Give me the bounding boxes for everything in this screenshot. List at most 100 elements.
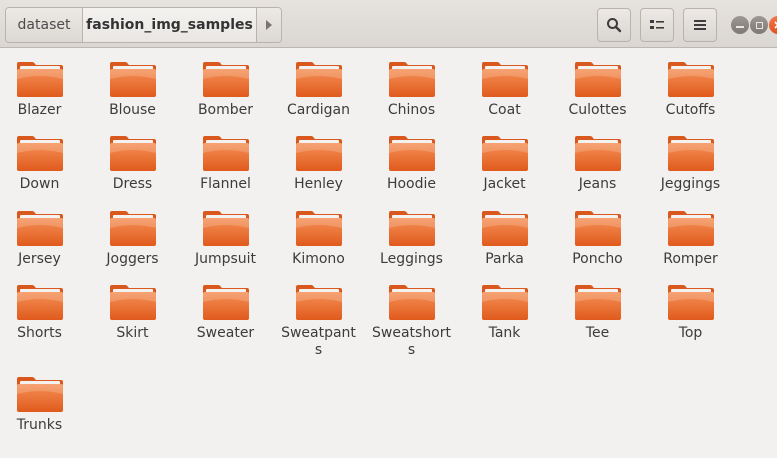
file-manager-window: dataset fashion_img_samples Blazer Blous… (0, 0, 777, 458)
folder-item-cutoffs[interactable]: Cutoffs (644, 60, 737, 119)
folder-item-bomber[interactable]: Bomber (179, 60, 272, 119)
folder-icon (667, 62, 714, 97)
maximize-button[interactable] (750, 16, 768, 34)
minimize-icon (736, 26, 744, 28)
folder-label: Down (19, 176, 60, 192)
folder-label: Cardigan (287, 102, 350, 118)
folder-icon (481, 62, 528, 97)
folder-item-culottes[interactable]: Culottes (551, 60, 644, 119)
folder-item-chinos[interactable]: Chinos (365, 60, 458, 119)
folder-label: Blouse (109, 102, 156, 118)
folder-icon (16, 136, 63, 171)
folder-icon (109, 285, 156, 320)
folder-item-jeggings[interactable]: Jeggings (644, 134, 737, 193)
folder-item-cardigan[interactable]: Cardigan (272, 60, 365, 119)
maximize-icon (755, 21, 763, 29)
folder-icon (202, 62, 249, 97)
folder-icon (667, 136, 714, 171)
folder-item-henley[interactable]: Henley (272, 134, 365, 193)
folder-icon (388, 285, 435, 320)
folder-label: Jumpsuit (194, 251, 257, 267)
folder-item-joggers[interactable]: Joggers (86, 209, 179, 268)
folder-icon (109, 136, 156, 171)
folder-label: Romper (663, 251, 718, 267)
folder-item-tee[interactable]: Tee (551, 283, 644, 342)
folder-icon (295, 211, 342, 246)
folder-item-blouse[interactable]: Blouse (86, 60, 179, 119)
folder-label: Chinos (387, 102, 436, 118)
folder-label: Culottes (568, 102, 627, 118)
folder-icon (574, 211, 621, 246)
folder-item-dress[interactable]: Dress (86, 134, 179, 193)
folder-item-shorts[interactable]: Shorts (0, 283, 86, 342)
breadcrumb-item-dataset[interactable]: dataset (6, 8, 83, 42)
folder-icon (388, 136, 435, 171)
folder-item-tank[interactable]: Tank (458, 283, 551, 342)
folder-label: Henley (294, 176, 343, 192)
folder-label: Cutoffs (665, 102, 716, 118)
folder-icon (202, 211, 249, 246)
folder-item-jeans[interactable]: Jeans (551, 134, 644, 193)
breadcrumb-item-current[interactable]: fashion_img_samples (83, 8, 257, 42)
folder-label: Jersey (18, 251, 61, 267)
folder-item-blazer[interactable]: Blazer (0, 60, 86, 119)
close-button[interactable] (769, 16, 777, 34)
folder-item-hoodie[interactable]: Hoodie (365, 134, 458, 193)
folder-item-trunks[interactable]: Trunks (0, 375, 86, 434)
folder-label: Poncho (572, 251, 623, 267)
folder-item-jacket[interactable]: Jacket (458, 134, 551, 193)
folder-label: Tank (488, 325, 521, 341)
folder-item-kimono[interactable]: Kimono (272, 209, 365, 268)
folder-icon (16, 285, 63, 320)
folder-label: Joggers (106, 251, 159, 267)
view-options-button[interactable] (640, 8, 674, 42)
search-button[interactable] (597, 8, 631, 42)
folder-item-sweatpants[interactable]: Sweatpants (272, 283, 365, 359)
folder-item-down[interactable]: Down (0, 134, 86, 193)
folder-label: Hoodie (386, 176, 437, 192)
breadcrumb: dataset fashion_img_samples (5, 7, 282, 43)
folder-label: Jacket (483, 176, 526, 192)
breadcrumb-forward-button[interactable] (257, 8, 281, 42)
folder-item-jumpsuit[interactable]: Jumpsuit (179, 209, 272, 268)
folder-item-flannel[interactable]: Flannel (179, 134, 272, 193)
folder-label: Tee (585, 325, 610, 341)
folder-item-romper[interactable]: Romper (644, 209, 737, 268)
folder-icon (16, 211, 63, 246)
folder-item-parka[interactable]: Parka (458, 209, 551, 268)
folder-icon (574, 285, 621, 320)
folder-icon (109, 211, 156, 246)
folder-label: Shorts (17, 325, 62, 341)
folder-item-skirt[interactable]: Skirt (86, 283, 179, 342)
folder-label: Dress (112, 176, 153, 192)
folder-item-sweater[interactable]: Sweater (179, 283, 272, 342)
folder-icon (574, 136, 621, 171)
folder-icon (574, 62, 621, 97)
folder-icon (109, 62, 156, 97)
folder-icon (667, 211, 714, 246)
folder-item-poncho[interactable]: Poncho (551, 209, 644, 268)
folder-icon (667, 285, 714, 320)
chevron-right-icon (266, 20, 272, 30)
folder-icon (16, 377, 63, 412)
folder-item-sweatshorts[interactable]: Sweatshorts (365, 283, 458, 359)
minimize-button[interactable] (731, 16, 749, 34)
folder-label: Trunks (16, 417, 63, 433)
folder-icon (388, 211, 435, 246)
folder-item-leggings[interactable]: Leggings (365, 209, 458, 268)
folder-item-coat[interactable]: Coat (458, 60, 551, 119)
folder-label: Blazer (17, 102, 62, 118)
hamburger-menu-icon (694, 20, 706, 30)
folder-grid: Blazer Blouse Bomber Cardigan Chinos Coa… (0, 48, 777, 458)
folder-icon (295, 136, 342, 171)
folder-item-top[interactable]: Top (644, 283, 737, 342)
folder-label: Sweatshorts (372, 325, 451, 358)
search-icon (607, 18, 622, 33)
folder-label: Skirt (116, 325, 149, 341)
folder-icon (16, 62, 63, 97)
folder-item-jersey[interactable]: Jersey (0, 209, 86, 268)
folder-icon (202, 285, 249, 320)
folder-icon (295, 285, 342, 320)
menu-button[interactable] (683, 8, 717, 42)
folder-label: Jeans (578, 176, 617, 192)
